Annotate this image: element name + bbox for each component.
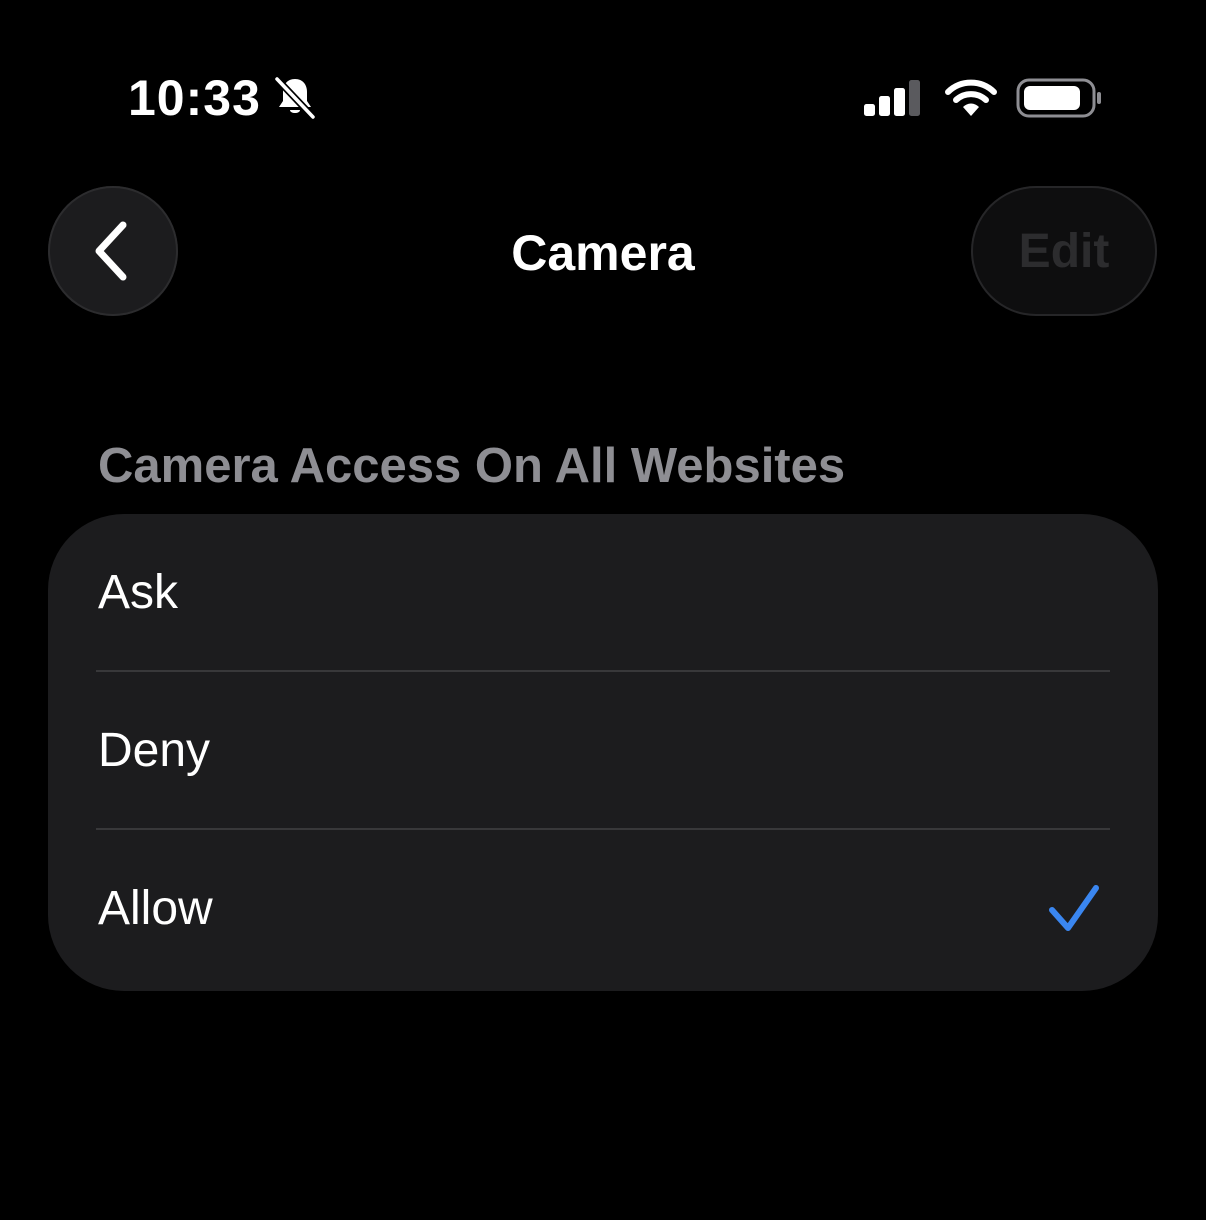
bell-slash-icon (274, 76, 316, 120)
screen: 10:33 Camera Edit Camera Access On All W… (0, 0, 1206, 1220)
checkmark-icon (1049, 885, 1099, 931)
cellular-signal-icon (864, 80, 920, 116)
section-header: Camera Access On All Websites (98, 439, 846, 493)
option-ask[interactable]: Ask (48, 514, 1158, 672)
option-label: Allow (98, 882, 213, 935)
option-allow[interactable]: Allow (48, 830, 1158, 988)
option-label: Deny (98, 724, 211, 777)
edit-button[interactable]: Edit (971, 186, 1157, 316)
options-group: Ask Deny Allow (48, 514, 1158, 991)
battery-icon (1016, 78, 1101, 118)
option-label: Ask (98, 566, 179, 619)
status-time: 10:33 (128, 70, 261, 126)
option-deny[interactable]: Deny (48, 672, 1158, 830)
wifi-icon (945, 79, 997, 116)
